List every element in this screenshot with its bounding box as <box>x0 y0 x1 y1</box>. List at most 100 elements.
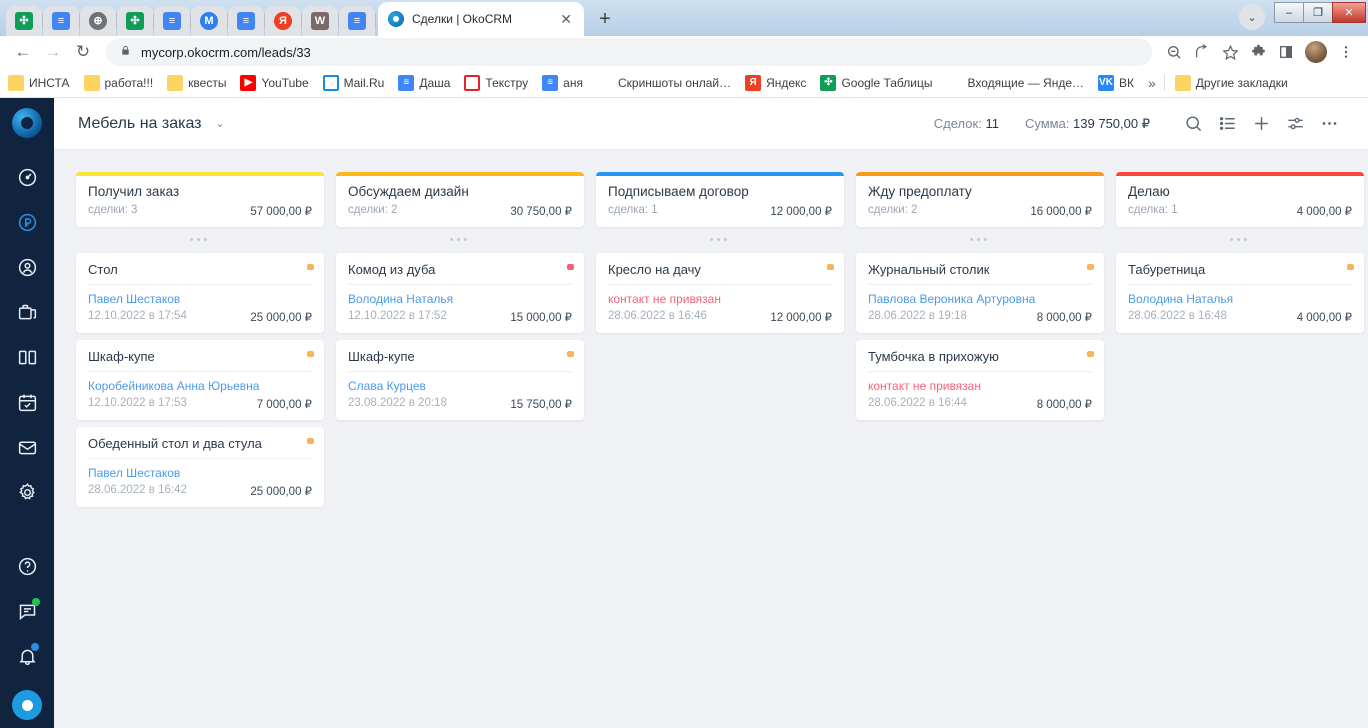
sidebar-item-settings[interactable] <box>10 475 44 509</box>
close-icon[interactable]: ✕ <box>558 11 574 28</box>
add-deal-icon[interactable] <box>1244 107 1278 141</box>
sidebar-item-chat[interactable] <box>10 594 44 628</box>
bookmark-item-6[interactable]: C Текстру <box>464 74 528 91</box>
globe-icon: ⊕ <box>89 12 107 30</box>
column-header[interactable]: Получил заказ сделки: 3 57 000,00 ₽ <box>76 172 324 227</box>
sidebar-item-notifications[interactable] <box>10 639 44 673</box>
profile-avatar[interactable] <box>1305 41 1327 63</box>
docs-tab-3[interactable]: ≡ <box>228 6 265 36</box>
sidebar-item-dashboard[interactable] <box>10 160 44 194</box>
bookmarks-overflow-icon[interactable]: » <box>1148 75 1156 91</box>
extensions-puzzle-icon[interactable] <box>1244 38 1272 66</box>
deal-contact-link[interactable]: Павел Шестаков <box>88 466 312 480</box>
chevron-down-icon[interactable]: ⌄ <box>216 117 225 130</box>
search-icon[interactable] <box>1176 107 1210 141</box>
bookmark-item-2[interactable]: квесты <box>167 74 226 91</box>
yandex-tab[interactable]: Я <box>265 6 302 36</box>
forward-icon[interactable]: → <box>38 37 68 67</box>
bookmark-item-4[interactable]: ✉ Mail.Ru <box>322 74 384 91</box>
deal-contact-link[interactable]: Володина Наталья <box>1128 292 1352 306</box>
column-header[interactable]: Обсуждаем дизайн сделки: 2 30 750,00 ₽ <box>336 172 584 227</box>
deal-contact-link[interactable]: Павлова Вероника Артуровна <box>868 292 1092 306</box>
zoom-out-icon[interactable] <box>1160 38 1188 66</box>
sheets-icon: ✣ <box>126 12 144 30</box>
more-options-icon[interactable] <box>1312 107 1346 141</box>
bookmark-item-8[interactable]: ₽ Скриншоты онлай… <box>596 74 731 91</box>
chrome-menu-icon[interactable] <box>1332 38 1360 66</box>
bookmark-item-0[interactable]: ИНСТА <box>8 74 70 91</box>
status-dot-icon <box>1347 264 1354 270</box>
deal-card[interactable]: Комод из дуба Володина Наталья 12.10.2022 … <box>336 253 584 333</box>
column-header[interactable]: Подписываем договор сделка: 1 12 000,00 ₽ <box>596 172 844 227</box>
bookmark-item-3[interactable]: ▶ YouTube <box>240 74 309 91</box>
sidebar-item-mail[interactable] <box>10 430 44 464</box>
bookmark-item-10[interactable]: ✣ Google Таблицы <box>820 74 932 91</box>
bookmark-item-11[interactable]: ▼ Входящие — Янде… <box>946 74 1084 91</box>
column-drag-handle[interactable]: ••• <box>856 227 1104 253</box>
sidepanel-icon[interactable] <box>1272 38 1300 66</box>
reload-icon[interactable]: ↻ <box>68 37 98 67</box>
filter-settings-icon[interactable] <box>1278 107 1312 141</box>
bookmark-star-icon[interactable] <box>1216 38 1244 66</box>
sidebar-item-help[interactable] <box>10 549 44 583</box>
okocrm-logo[interactable] <box>12 108 42 138</box>
deal-card[interactable]: Табуретница Володина Наталья 28.06.2022 в … <box>1116 253 1364 333</box>
sidebar-item-account[interactable] <box>12 690 42 720</box>
column-meta: сделки: 2 16 000,00 ₽ <box>868 204 1092 218</box>
word-tab[interactable]: W <box>302 6 339 36</box>
deal-card[interactable]: Шкаф-купе Слава Курцев 23.08.2022 в 20:18 1… <box>336 340 584 420</box>
okocrm-favicon <box>388 11 404 27</box>
deal-card[interactable]: Шкаф-купе Коробейникова Анна Юрьевна 12.10… <box>76 340 324 420</box>
address-bar[interactable]: mycorp.okocrm.com/leads/33 <box>106 38 1152 66</box>
share-icon[interactable] <box>1188 38 1216 66</box>
column-drag-handle[interactable]: ••• <box>336 227 584 253</box>
mail-tab[interactable]: M <box>191 6 228 36</box>
deal-card[interactable]: Тумбочка в прихожую контакт не привязан 28… <box>856 340 1104 420</box>
sidebar-item-calendar[interactable] <box>10 385 44 419</box>
column-drag-handle[interactable]: ••• <box>596 227 844 253</box>
sidebar-item-board[interactable] <box>10 340 44 374</box>
deal-meta-row: 12.10.2022 в 17:53 7 000,00 ₽ <box>88 397 312 411</box>
docs-tab-2[interactable]: ≡ <box>154 6 191 36</box>
deal-card[interactable]: Стол Павел Шестаков 12.10.2022 в 17:54 25 0… <box>76 253 324 333</box>
column-drag-handle[interactable]: ••• <box>76 227 324 253</box>
docs-tab[interactable]: ≡ <box>43 6 80 36</box>
bookmark-label: работа!!! <box>104 75 154 90</box>
column-header[interactable]: Делаю сделка: 1 4 000,00 ₽ <box>1116 172 1364 227</box>
minimize-button[interactable]: – <box>1274 2 1304 23</box>
other-bookmarks-button[interactable]: Другие закладки <box>1174 74 1288 91</box>
sheets-tab-2[interactable]: ✣ <box>117 6 154 36</box>
deal-contact-link[interactable]: Володина Наталья <box>348 292 572 306</box>
new-tab-button[interactable]: + <box>590 4 620 34</box>
deal-contact-link[interactable]: Павел Шестаков <box>88 292 312 306</box>
deal-contact-link[interactable]: Коробейникова Анна Юрьевна <box>88 379 312 393</box>
chevron-down-icon[interactable]: ⌄ <box>1239 4 1265 30</box>
sidebar-item-finance[interactable] <box>10 205 44 239</box>
bookmark-item-7[interactable]: ≡ аня <box>542 74 583 91</box>
deal-contact-link[interactable]: Слава Курцев <box>348 379 572 393</box>
maximize-button[interactable]: ❐ <box>1303 2 1333 23</box>
bookmark-item-12[interactable]: VK ВК <box>1098 74 1134 91</box>
deal-title: Табуретница <box>1128 262 1352 285</box>
kanban-board: Получил заказ сделки: 3 57 000,00 ₽ ••• Стол… <box>54 150 1368 728</box>
list-view-icon[interactable] <box>1210 107 1244 141</box>
copyright-icon: C <box>464 74 481 91</box>
deal-card[interactable]: Кресло на дачу контакт не привязан 28.06.2… <box>596 253 844 333</box>
bookmark-item-1[interactable]: работа!!! <box>83 74 154 91</box>
deal-date: 12.10.2022 в 17:54 <box>88 310 187 322</box>
back-icon[interactable]: ← <box>8 37 38 67</box>
docs-tab-4[interactable]: ≡ <box>339 6 376 36</box>
sidebar-item-contacts[interactable] <box>10 250 44 284</box>
bookmark-item-5[interactable]: ≡ Даша <box>398 74 450 91</box>
sidebar-item-cases[interactable] <box>10 295 44 329</box>
deal-card[interactable]: Обеденный стол и два стула Павел Шестаков… <box>76 427 324 507</box>
column-header[interactable]: Жду предоплату сделки: 2 16 000,00 ₽ <box>856 172 1104 227</box>
active-tab[interactable]: Сделки | OkoCRM ✕ <box>378 2 584 36</box>
sheets-tab[interactable]: ✣ <box>6 6 43 36</box>
globe-tab[interactable]: ⊕ <box>80 6 117 36</box>
column-drag-handle[interactable]: ••• <box>1116 227 1364 253</box>
bookmark-item-9[interactable]: Я Яндекс <box>745 74 806 91</box>
left-sidebar <box>0 98 54 728</box>
close-window-button[interactable]: ✕ <box>1332 2 1366 23</box>
deal-card[interactable]: Журнальный столик Павлова Вероника Артуро… <box>856 253 1104 333</box>
